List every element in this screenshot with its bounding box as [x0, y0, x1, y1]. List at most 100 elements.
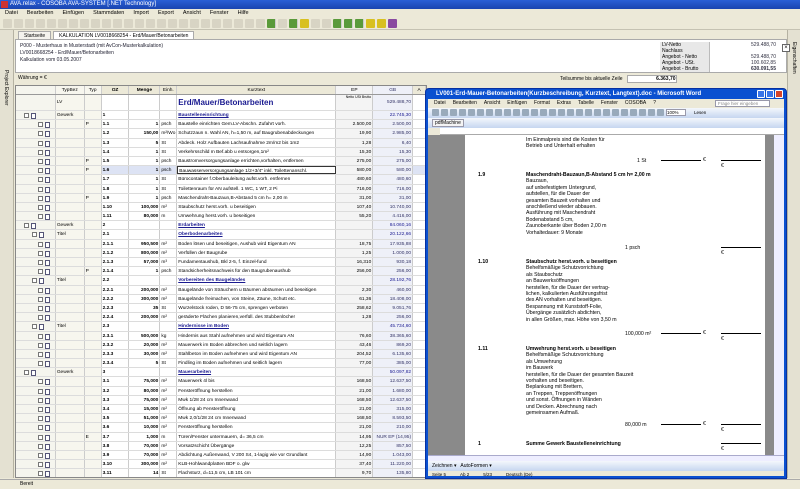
column-header[interactable]: Typ	[85, 86, 102, 94]
toolbar-button-icon[interactable]	[311, 19, 320, 28]
checkbox[interactable]	[38, 168, 43, 173]
toolbar-button-icon[interactable]	[366, 19, 375, 28]
checkbox[interactable]	[38, 334, 43, 339]
word-toolbar-icon[interactable]	[495, 109, 502, 116]
toolbar-button-icon[interactable]	[47, 19, 56, 28]
toolbar-button-icon[interactable]	[245, 19, 254, 28]
close-button[interactable]	[775, 90, 783, 98]
checkbox[interactable]	[38, 425, 43, 430]
menu-einfuegen[interactable]: Einfügen	[62, 9, 84, 17]
checkbox[interactable]	[38, 435, 43, 440]
table-row[interactable]: 3.175,000m²Mauerwerk 4l bis168,5012.637,…	[16, 377, 426, 386]
word-toolbar-icon[interactable]	[450, 109, 457, 116]
tab-kalkulation[interactable]: KALKULATION LV0018668254 - Erd/Mauer/Bet…	[53, 31, 194, 39]
column-header[interactable]: OZ	[102, 86, 130, 94]
table-row[interactable]: 2.3.330,000m²Stahlbeton im Boden aufnehm…	[16, 350, 426, 359]
table-row[interactable]: Titel2.3Hindernisse im Boden45.734,60	[16, 322, 426, 331]
toolbar-button-icon[interactable]	[25, 19, 34, 28]
project-explorer-panel[interactable]: Project Explorer	[0, 30, 14, 478]
menu-export[interactable]: Export	[158, 9, 174, 17]
word-toolbar-icon[interactable]	[432, 109, 439, 116]
table-row[interactable]: P2.1.41pschStandsicherheitsnachweis für …	[16, 267, 426, 276]
toolbar-button-icon[interactable]	[3, 19, 12, 28]
word-toolbar-icon[interactable]	[477, 109, 484, 116]
checkbox[interactable]	[38, 416, 43, 421]
table-row[interactable]: 1.71StBürocontainer f.Oberbauleitung auf…	[16, 175, 426, 184]
menu-fenster[interactable]: Fenster	[210, 9, 229, 17]
checkbox[interactable]	[38, 297, 43, 302]
word-toolbar-icon[interactable]	[504, 109, 511, 116]
checkbox[interactable]	[38, 471, 43, 476]
toolbar-button-icon[interactable]	[58, 19, 67, 28]
checkbox[interactable]	[38, 389, 43, 394]
menu-import[interactable]: Import	[133, 9, 149, 17]
word-toolbar-icon[interactable]	[603, 109, 610, 116]
checkbox[interactable]	[24, 223, 29, 228]
table-row[interactable]: 2.2.1200,000m²Baugelände von Sträuchern …	[16, 286, 426, 295]
toolbar-button-icon[interactable]	[333, 19, 342, 28]
word-toolbar-icon[interactable]	[522, 109, 529, 116]
checkbox[interactable]	[38, 242, 43, 247]
checkbox[interactable]	[38, 306, 43, 311]
table-row[interactable]: 2.3.45StFindling im Boden aufnehmen und …	[16, 359, 426, 368]
vertical-scrollbar[interactable]	[774, 135, 784, 455]
word-menu-item[interactable]: Format	[534, 99, 550, 108]
toolbar-button-icon[interactable]	[14, 19, 23, 28]
properties-panel[interactable]: Eigenschaften	[787, 30, 800, 478]
table-row[interactable]: P1.91pschMaschendraht-Bauzaun,B-Abstand …	[16, 194, 426, 203]
checkbox[interactable]	[38, 269, 43, 274]
table-row[interactable]: 1.35StAbdeck. Holz Aufbauten Lachsaufnah…	[16, 139, 426, 148]
toolbar-button-icon[interactable]	[344, 19, 353, 28]
word-menu-item[interactable]: Tabelle	[578, 99, 594, 108]
word-toolbar-icon[interactable]	[540, 109, 547, 116]
column-header[interactable]: TypBez	[56, 86, 85, 94]
checkbox[interactable]	[38, 352, 43, 357]
checkbox[interactable]	[32, 232, 37, 237]
checkbox[interactable]	[38, 453, 43, 458]
table-row[interactable]: 1.1180,000mUmwehrung herst.vorh. u besei…	[16, 212, 426, 221]
toolbar-button-icon[interactable]	[135, 19, 144, 28]
close-icon[interactable]: ×	[782, 44, 790, 52]
tab-startseite[interactable]: Startseite	[18, 31, 51, 39]
checkbox[interactable]	[38, 205, 43, 210]
table-row[interactable]: Gewerk2Erdarbeiten84.060,16	[16, 221, 426, 230]
column-header[interactable]: Kurztext	[177, 86, 336, 94]
checkbox[interactable]	[38, 141, 43, 146]
column-header[interactable]: GB	[373, 86, 413, 94]
checkbox[interactable]	[38, 288, 43, 293]
toolbar-button-icon[interactable]	[179, 19, 188, 28]
word-toolbar-icon[interactable]	[639, 109, 646, 116]
zeichnen-menu[interactable]: Zeichnen ▾	[432, 463, 456, 469]
autoformen-menu[interactable]: AutoFormen ▾	[460, 463, 491, 469]
table-row[interactable]: P1.51pschBaustromversorgungsanlage erric…	[16, 157, 426, 166]
checkbox[interactable]	[38, 379, 43, 384]
word-toolbar-icon[interactable]	[594, 109, 601, 116]
table-row[interactable]: 2.1.357,000m³Fundamentaushub, Bkl 2-5, f…	[16, 258, 426, 267]
word-toolbar-icon[interactable]	[621, 109, 628, 116]
table-row[interactable]: 3.280,000m²Fensteröffnung herstellen21,0…	[16, 387, 426, 396]
lv-table[interactable]: TypBezTypOZMengeEinh.KurztextEPGBALVErd/…	[15, 85, 427, 478]
checkbox[interactable]	[24, 113, 29, 118]
table-row[interactable]: Titel2.1Oberbodenarbeiten20.122,66	[16, 230, 426, 239]
toolbar-button-icon[interactable]	[212, 19, 221, 28]
checkbox[interactable]	[38, 131, 43, 136]
word-toolbar-icon[interactable]	[630, 109, 637, 116]
menu-hilfe[interactable]: Hilfe	[238, 9, 249, 17]
word-toolbar-icon[interactable]	[486, 109, 493, 116]
maximize-button[interactable]	[766, 90, 774, 98]
word-menu-item[interactable]: Ansicht	[484, 99, 500, 108]
checkbox[interactable]	[38, 361, 43, 366]
toolbar-button-icon[interactable]	[278, 19, 287, 28]
checkbox[interactable]	[38, 407, 43, 412]
word-toolbar-icon[interactable]	[549, 109, 556, 116]
word-menu-item[interactable]: COSOBA	[625, 99, 646, 108]
toolbar-button-icon[interactable]	[322, 19, 331, 28]
table-row-lv[interactable]: LVErd/Mauer/BetonarbeitenNetto USt Brutt…	[16, 95, 426, 111]
document-page[interactable]: Im Einmalpreis sind die Kosten fürBetrie…	[465, 135, 765, 455]
checkbox[interactable]	[38, 187, 43, 192]
table-row[interactable]: 2.2.4200,000m²geräderte Flächen planiere…	[16, 313, 426, 322]
zoom-select[interactable]: 100%	[666, 109, 686, 116]
table-row[interactable]: 2.2.335StWurzelstock roden, D 56-75 cm, …	[16, 304, 426, 313]
column-header[interactable]: Einh.	[160, 86, 177, 94]
checkbox[interactable]	[38, 462, 43, 467]
